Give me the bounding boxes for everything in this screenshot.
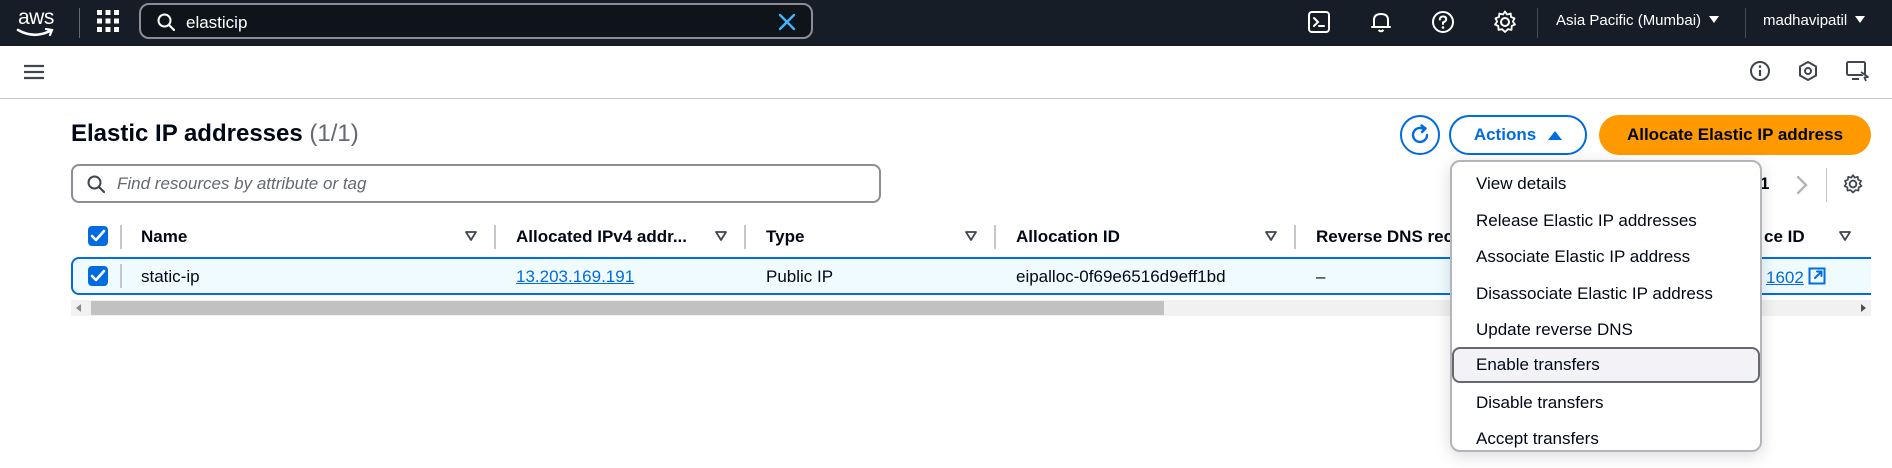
allocate-label: Allocate Elastic IP address [1626, 125, 1844, 144]
settings-gear-icon[interactable] [1492, 9, 1518, 35]
column-header-name[interactable]: Name [141, 221, 441, 253]
nav-divider [79, 8, 80, 38]
aws-logo[interactable]: aws [16, 6, 58, 40]
cell-instance-id[interactable]: 1602 [1766, 267, 1826, 288]
column-header-reverse-dns[interactable]: Reverse DNS rec [1316, 221, 1456, 253]
column-separator [120, 264, 122, 288]
aws-logo-text: aws [18, 6, 54, 29]
menu-item-update-reverse-dns[interactable]: Update reverse DNS [1452, 312, 1760, 348]
sort-icon[interactable] [964, 229, 978, 243]
sort-icon[interactable] [1838, 229, 1852, 243]
actions-dropdown-button[interactable]: Actions [1449, 115, 1587, 155]
scroll-left-arrow-icon[interactable] [76, 304, 81, 312]
services-grid-icon[interactable] [97, 10, 119, 32]
refresh-icon [1411, 124, 1429, 144]
cell-reverse-dns: – [1316, 267, 1326, 286]
table-preferences-gear-icon[interactable] [1842, 173, 1864, 195]
actions-label: Actions [1473, 125, 1537, 144]
resource-filter[interactable] [71, 164, 881, 203]
sort-icon[interactable] [714, 229, 728, 243]
instance-id-link[interactable]: 1602 [1766, 268, 1804, 287]
info-icon[interactable] [1749, 60, 1771, 82]
cloudshell-icon[interactable] [1306, 9, 1332, 35]
page-title: Elastic IP addresses (1/1) [71, 120, 359, 148]
menu-item-associate[interactable]: Associate Elastic IP address [1452, 239, 1760, 275]
select-all-checkbox[interactable] [88, 226, 108, 246]
security-hub-icon[interactable] [1797, 60, 1819, 82]
scroll-right-arrow-icon[interactable] [1861, 304, 1866, 312]
external-link-icon[interactable] [1808, 267, 1826, 285]
secondary-toolbar [0, 46, 1892, 99]
region-selector[interactable]: Asia Pacific (Mumbai) [1556, 12, 1720, 29]
column-header-instance-id[interactable]: ce ID [1764, 221, 1834, 253]
notifications-bell-icon[interactable] [1368, 9, 1394, 35]
caret-down-icon [1709, 16, 1720, 23]
column-header-ipv4[interactable]: Allocated IPv4 addr... [516, 221, 701, 253]
top-navigation-bar: aws elasticip Asia Pacific (Mumbai) madh… [0, 0, 1892, 46]
caret-up-icon [1548, 130, 1563, 140]
scrollbar-thumb[interactable] [91, 301, 1164, 315]
menu-item-view-details[interactable]: View details [1452, 166, 1760, 202]
cell-type: Public IP [766, 267, 834, 286]
display-settings-icon[interactable] [1845, 60, 1869, 82]
cell-ip-link[interactable]: 13.203.169.191 [516, 267, 634, 287]
column-header-type[interactable]: Type [766, 221, 966, 253]
page-title-text: Elastic IP addresses [71, 120, 303, 147]
search-input[interactable]: elasticip [186, 13, 247, 33]
cell-allocation-id: eipalloc-0f69e6516d9eff1bd [1016, 267, 1226, 286]
pager-separator [1826, 168, 1827, 202]
search-icon [87, 175, 105, 193]
global-search[interactable]: elasticip [139, 3, 813, 39]
check-icon [90, 269, 106, 282]
filter-input[interactable] [117, 172, 857, 196]
column-separator [494, 225, 496, 249]
menu-item-disassociate[interactable]: Disassociate Elastic IP address [1452, 276, 1760, 312]
refresh-button[interactable] [1400, 115, 1440, 155]
sort-icon[interactable] [1264, 229, 1278, 243]
menu-item-enable-transfers[interactable]: Enable transfers [1452, 347, 1760, 383]
menu-item-release[interactable]: Release Elastic IP addresses [1452, 203, 1760, 239]
nav-separator [1745, 8, 1746, 38]
user-name: madhavipatil [1763, 12, 1848, 29]
next-page-icon[interactable] [1796, 175, 1808, 195]
hamburger-menu-icon[interactable] [24, 64, 44, 80]
column-header-allocation-id[interactable]: Allocation ID [1016, 221, 1266, 253]
column-separator [1294, 225, 1296, 249]
row-checkbox[interactable] [88, 266, 108, 286]
nav-separator [1537, 8, 1538, 38]
check-icon [90, 229, 106, 242]
menu-item-disable-transfers[interactable]: Disable transfers [1452, 385, 1760, 421]
region-label: Asia Pacific (Mumbai) [1556, 12, 1702, 29]
column-separator [120, 225, 122, 249]
cell-name[interactable]: static-ip [141, 267, 200, 287]
column-header-separator [744, 225, 746, 249]
column-separator [994, 225, 996, 249]
search-icon [157, 13, 175, 31]
sort-icon[interactable] [464, 229, 478, 243]
item-count: (1/1) [309, 120, 359, 147]
allocate-elastic-ip-button[interactable]: Allocate Elastic IP address [1599, 115, 1871, 155]
clear-search-icon[interactable] [777, 12, 797, 32]
caret-down-icon [1855, 16, 1866, 23]
actions-menu: View details Release Elastic IP addresse… [1450, 160, 1762, 452]
menu-item-accept-transfers[interactable]: Accept transfers [1452, 421, 1760, 457]
aws-smile-icon [16, 28, 54, 37]
help-icon[interactable] [1430, 9, 1456, 35]
account-menu[interactable]: madhavipatil [1763, 12, 1866, 29]
